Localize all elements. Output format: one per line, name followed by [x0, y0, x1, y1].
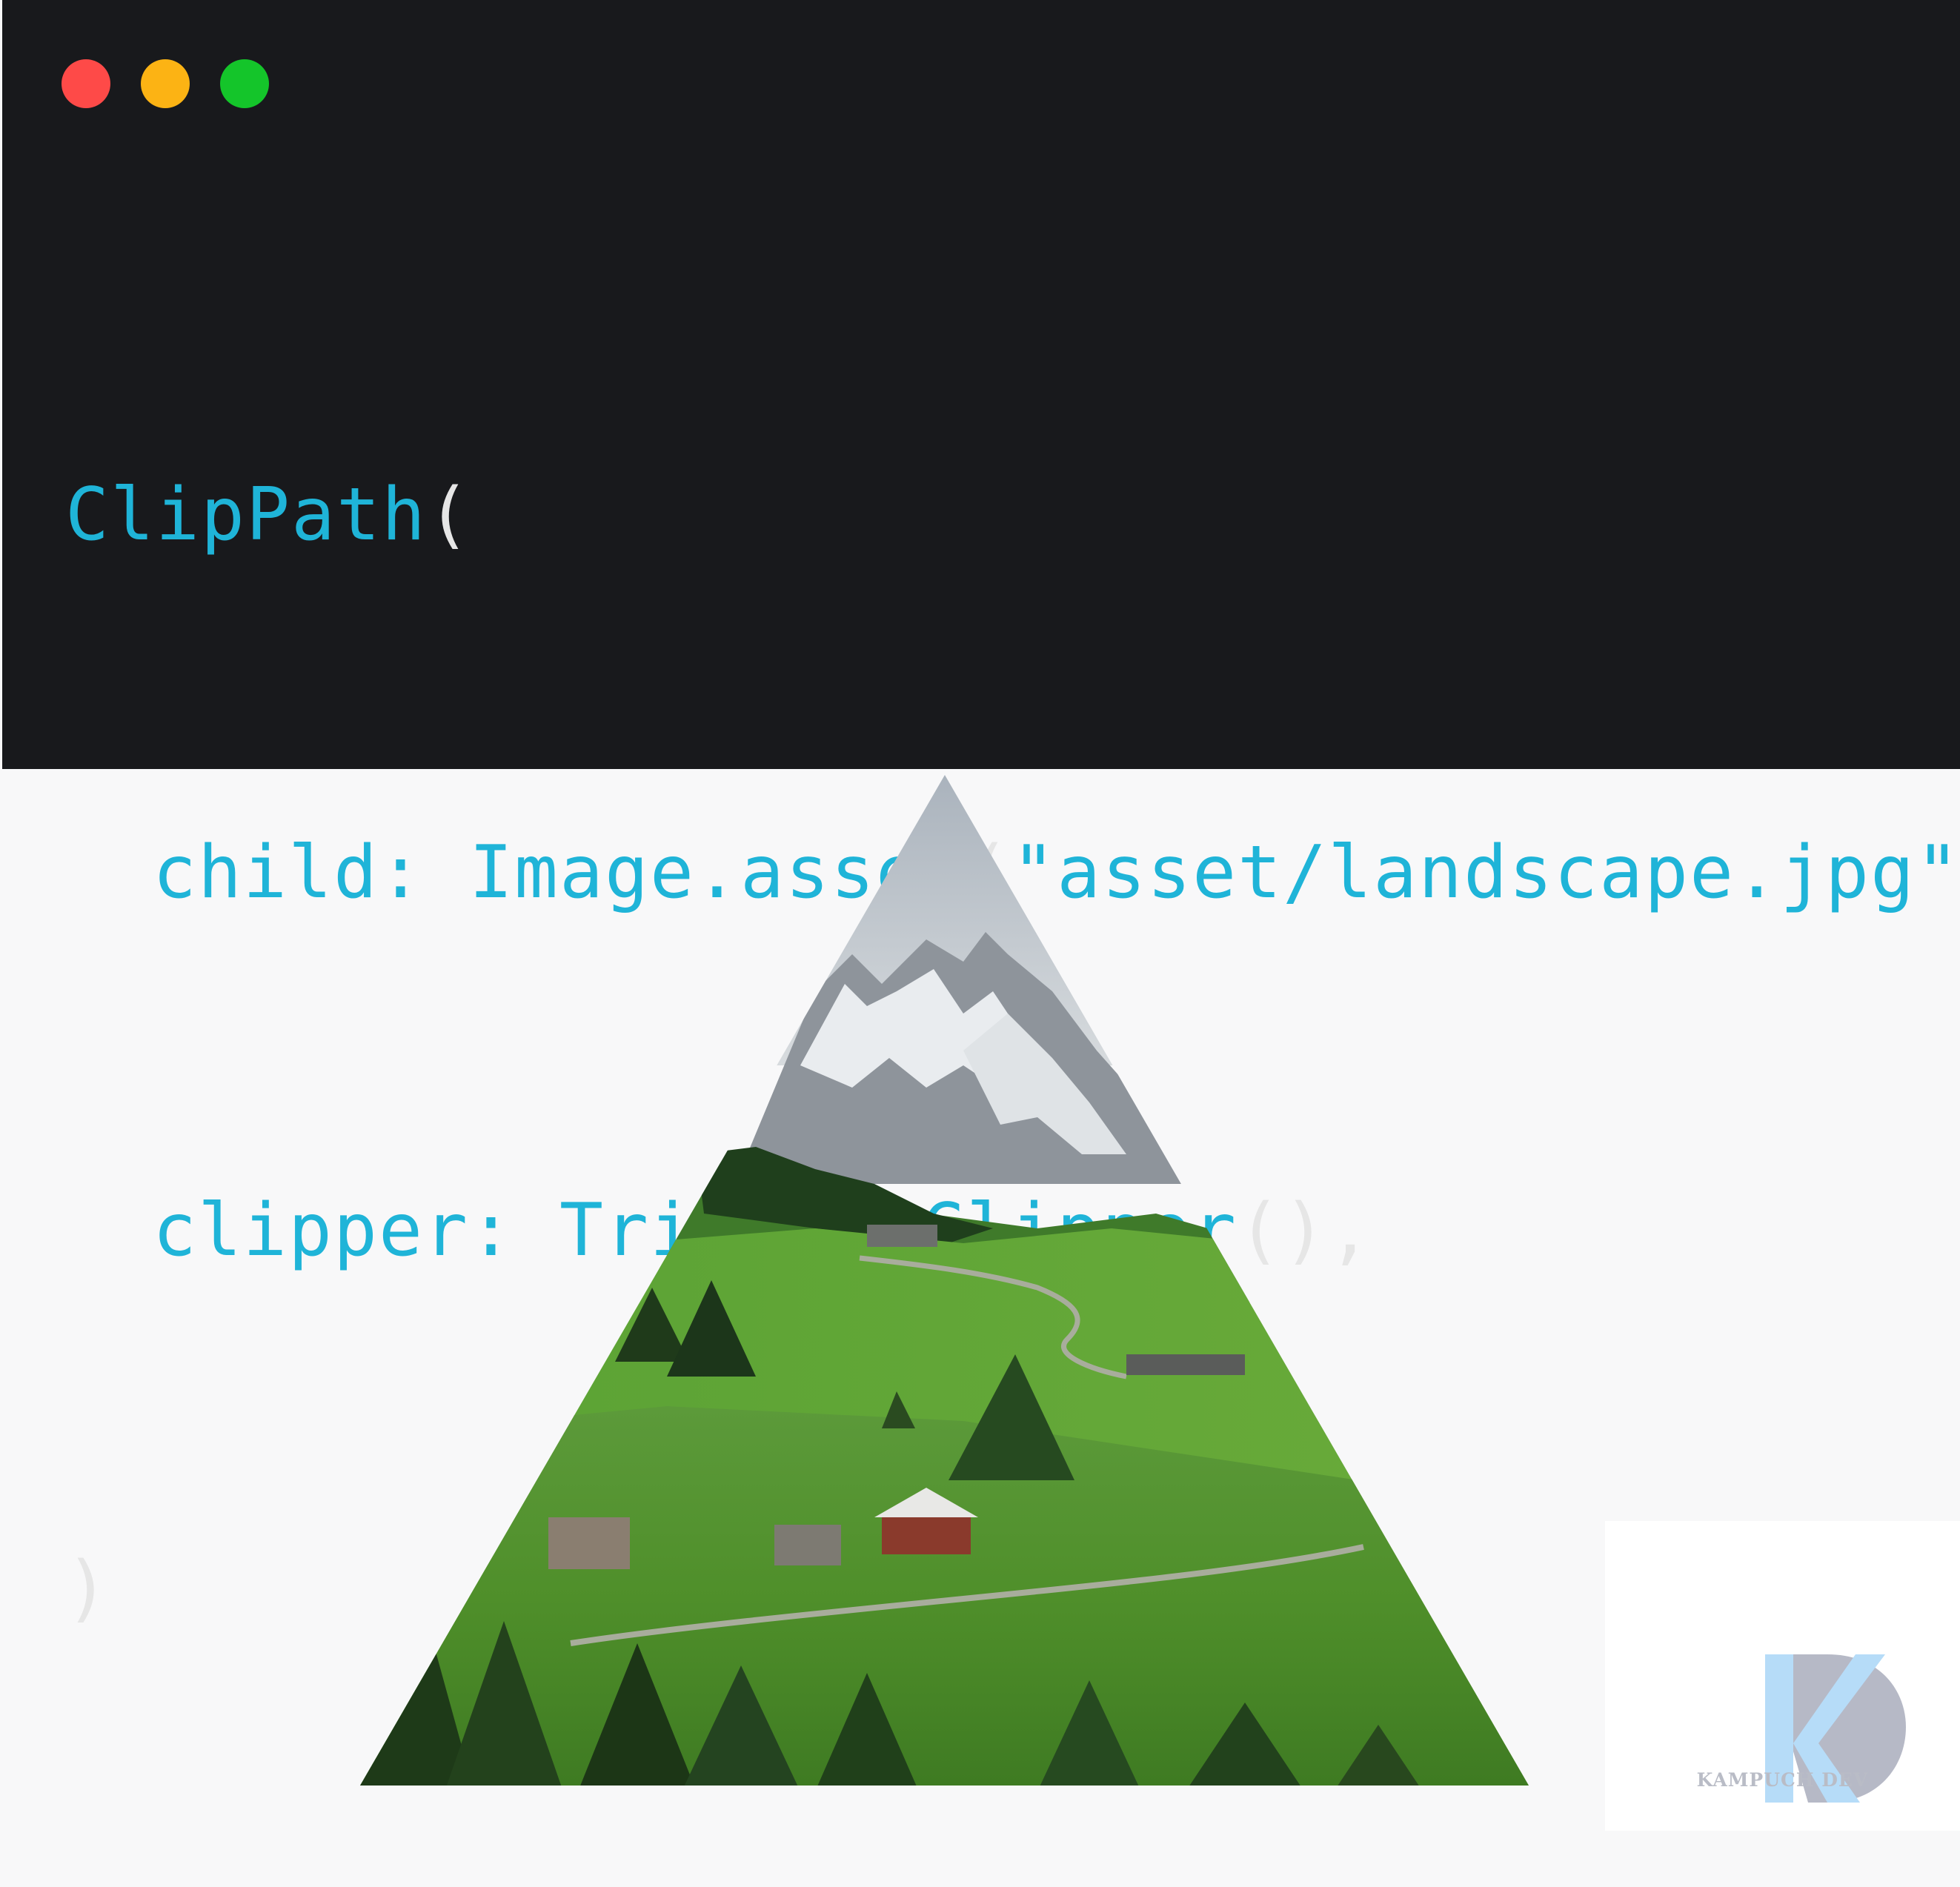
zoom-window-button[interactable] — [220, 59, 269, 108]
minimize-window-button[interactable] — [141, 59, 190, 108]
watermark-text: KAMPUCH DEV — [1696, 1769, 1869, 1791]
watermark-panel: KAMPUCH DEV — [1605, 1521, 1960, 1831]
preview-canvas: KAMPUCH DEV — [0, 769, 1960, 1831]
code-line-1: ClipPath( — [65, 456, 1960, 575]
code-window: ClipPath( child: Image.asset("asset/land… — [2, 0, 1960, 1631]
clippath-identifier: ClipPath — [65, 473, 428, 557]
open-paren: ( — [427, 473, 473, 557]
close-window-button[interactable] — [62, 59, 110, 108]
